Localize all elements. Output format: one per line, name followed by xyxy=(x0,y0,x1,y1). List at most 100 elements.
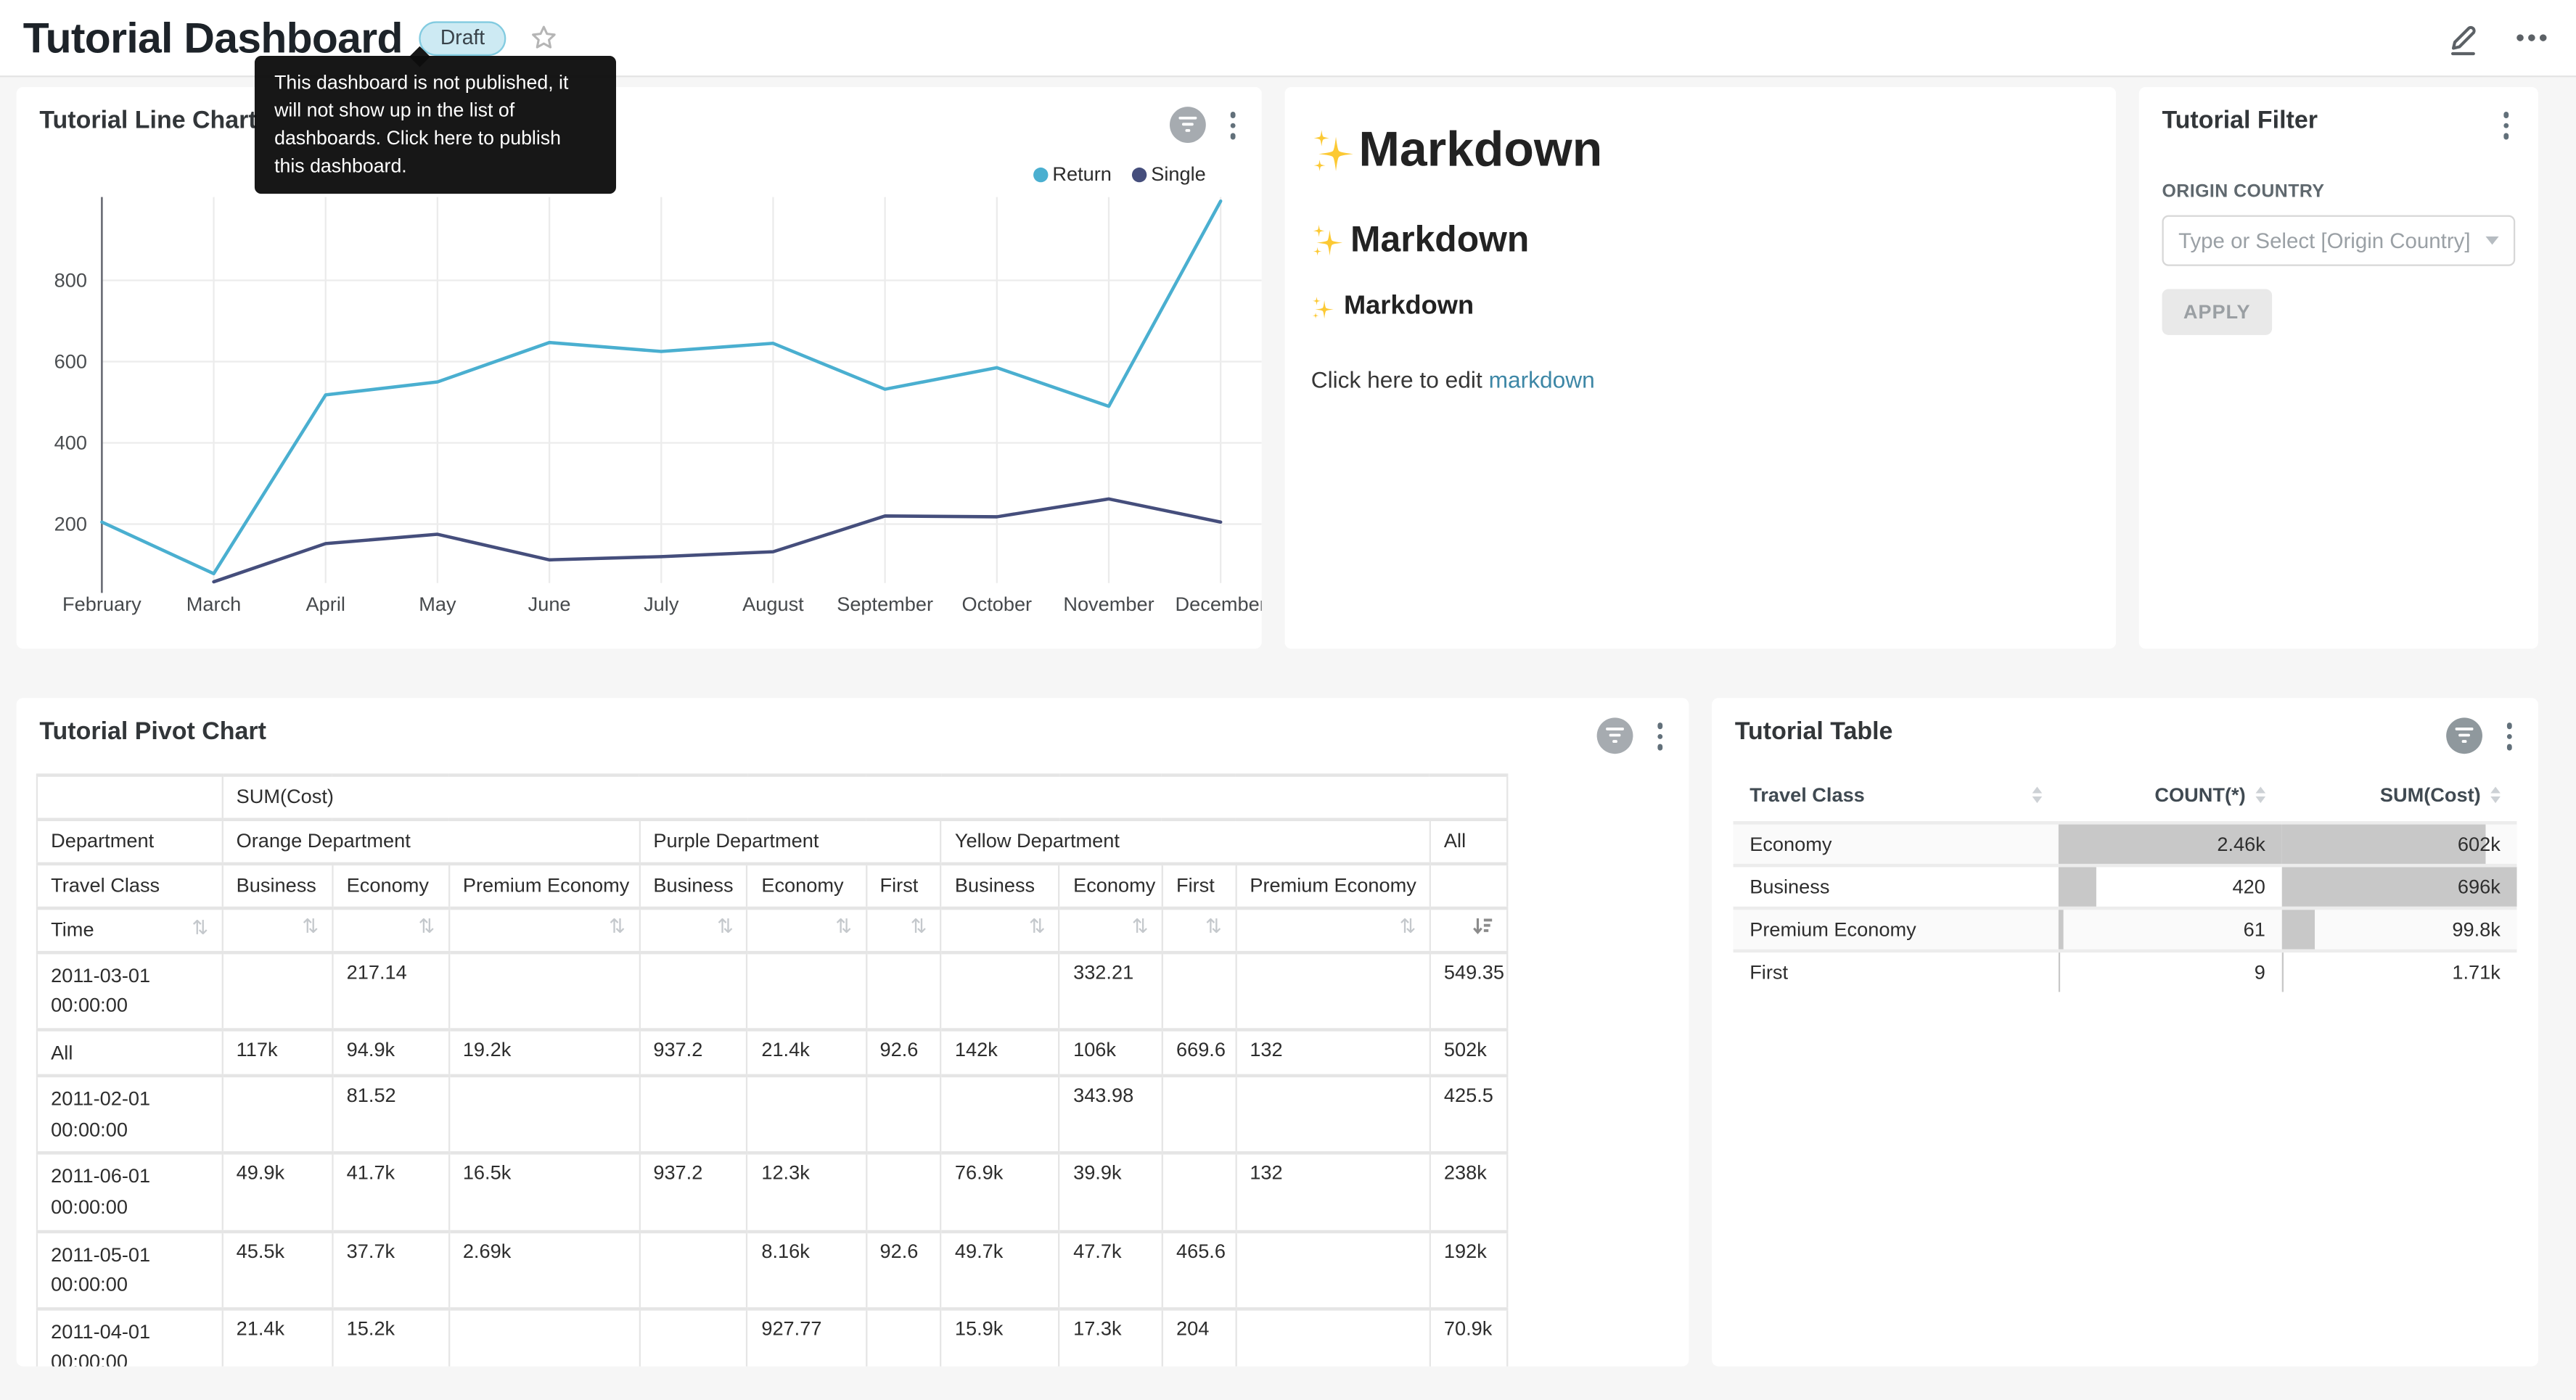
pivot-cell: 425.5 xyxy=(1430,1076,1508,1154)
pivot-table: SUM(Cost)DepartmentOrange DepartmentPurp… xyxy=(36,773,1509,1366)
origin-country-select[interactable]: Type or Select [Origin Country] xyxy=(2162,214,2515,265)
sort-icon[interactable] xyxy=(2490,786,2501,802)
sort-icon[interactable]: ⇅ xyxy=(419,915,435,935)
sparkles-icon xyxy=(1311,295,1336,319)
legend-label: Return xyxy=(1052,162,1112,186)
sort-icon[interactable] xyxy=(2255,786,2265,802)
y-axis-label: 400 xyxy=(54,432,87,454)
markdown-paragraph-text: Click here to edit xyxy=(1311,366,1489,392)
sort-desc-icon[interactable] xyxy=(1472,915,1493,936)
pivot-class-header: Premium Economy xyxy=(1236,863,1430,907)
favorite-star-icon[interactable] xyxy=(529,23,559,53)
pivot-sort-cell: ⇅ xyxy=(1059,907,1162,952)
x-axis-label: February xyxy=(62,593,141,615)
chart-menu-button[interactable] xyxy=(1650,717,1669,754)
pivot-row: All117k94.9k19.2k937.221.4k92.6142k106k6… xyxy=(37,1029,1507,1076)
chart-menu-button[interactable] xyxy=(2500,717,2519,754)
edit-dashboard-button[interactable] xyxy=(2446,19,2481,57)
sort-icon[interactable]: ⇅ xyxy=(1132,915,1149,935)
markdown-heading-3: Markdown xyxy=(1311,292,2090,322)
pivot-cell: 937.2 xyxy=(639,1153,747,1231)
dashboard-menu-button[interactable] xyxy=(2514,20,2550,56)
filter-menu-button[interactable] xyxy=(2496,107,2515,144)
tooltip-text: This dashboard is not published, it will… xyxy=(274,70,568,178)
sparkles-icon xyxy=(1311,128,1357,174)
pivot-cell: 17.3k xyxy=(1059,1309,1162,1367)
pivot-cell xyxy=(639,952,747,1029)
cross-filter-icon[interactable] xyxy=(2445,718,2482,754)
pivot-cell: 217.14 xyxy=(332,952,448,1029)
column-header-count[interactable]: COUNT(*) xyxy=(2059,770,2282,822)
chart-menu-button[interactable] xyxy=(1223,107,1242,144)
pivot-cell xyxy=(747,952,866,1029)
table-header-row: Travel ClassCOUNT(*)SUM(Cost) xyxy=(1734,770,2517,822)
pivot-class-header: First xyxy=(866,863,940,907)
pivot-cell xyxy=(866,1076,940,1154)
pivot-cell: 132 xyxy=(1236,1153,1430,1231)
pivot-cell xyxy=(866,952,940,1029)
card-header: Tutorial Line Chart xyxy=(17,87,1262,144)
pivot-cell: 49.7k xyxy=(941,1231,1059,1309)
column-header-sum-cost[interactable]: SUM(Cost) xyxy=(2281,770,2516,822)
pivot-cell xyxy=(222,952,332,1029)
tutorial-line-chart-card: Tutorial Line Chart Return Single Februar… xyxy=(17,87,1262,648)
draft-status-badge[interactable]: Draft xyxy=(419,20,506,55)
apply-button[interactable]: APPLY xyxy=(2162,288,2271,334)
pivot-cell xyxy=(1236,1309,1430,1367)
x-axis-label: April xyxy=(306,593,345,615)
x-axis-label: May xyxy=(419,593,456,615)
sort-icon[interactable]: ⇅ xyxy=(1205,915,1222,935)
cell-travel-class: Economy xyxy=(1734,822,2059,865)
table-row: Economy2.46k602k xyxy=(1734,822,2517,865)
pivot-group-header: Yellow Department xyxy=(941,819,1430,863)
sort-icon[interactable]: ⇅ xyxy=(835,915,852,935)
pivot-cell: 21.4k xyxy=(747,1029,866,1076)
header-actions xyxy=(2446,19,2553,57)
column-header-travel-class[interactable]: Travel Class xyxy=(1734,770,2059,822)
pivot-class-header: First xyxy=(1162,863,1236,907)
cross-filter-icon[interactable] xyxy=(1169,107,1205,144)
card-header: Tutorial Table xyxy=(1712,698,2538,754)
legend-item-single[interactable]: Single xyxy=(1131,162,1206,186)
pivot-sort-cell: ⇅ xyxy=(747,907,866,952)
x-axis-label: September xyxy=(837,593,933,615)
sort-icon[interactable] xyxy=(2032,786,2042,802)
pivot-cell: 92.6 xyxy=(866,1231,940,1309)
pivot-cell: 238k xyxy=(1430,1153,1508,1231)
pivot-cell: 502k xyxy=(1430,1029,1508,1076)
cell-sum-cost: 696k xyxy=(2281,865,2516,907)
pivot-table-container: SUM(Cost)DepartmentOrange DepartmentPurp… xyxy=(36,773,1669,1366)
pivot-cell xyxy=(1162,952,1236,1029)
markdown-h1-text: Markdown xyxy=(1358,123,1602,179)
pivot-row: 2011-05-0100:00:0045.5k37.7k2.69k8.16k92… xyxy=(37,1231,1507,1309)
pivot-sort-cell: ⇅ xyxy=(941,907,1059,952)
cell-bar xyxy=(2281,909,2315,948)
pivot-cell xyxy=(449,1309,640,1367)
select-placeholder: Type or Select [Origin Country] xyxy=(2178,228,2476,252)
pivot-sort-cell: ⇅ xyxy=(449,907,640,952)
pivot-cell: 49.9k xyxy=(222,1153,332,1231)
sort-icon[interactable]: ⇅ xyxy=(1400,915,1416,935)
pivot-group-header: All xyxy=(1430,819,1508,863)
cell-travel-class: Business xyxy=(1734,865,2059,907)
sort-icon[interactable]: ⇅ xyxy=(717,915,734,935)
pivot-corner-cell xyxy=(37,774,222,818)
table-container: Travel ClassCOUNT(*)SUM(Cost)Economy2.46… xyxy=(1734,770,2517,992)
sort-icon[interactable]: ⇅ xyxy=(911,915,927,935)
pivot-row-label: 2011-05-0100:00:00 xyxy=(37,1231,222,1309)
sort-icon[interactable]: ⇅ xyxy=(302,915,319,935)
pivot-cell xyxy=(222,1076,332,1154)
card-header: Tutorial Filter xyxy=(2162,107,2515,144)
sort-icon[interactable]: ⇅ xyxy=(1029,915,1046,935)
table-chart-title: Tutorial Table xyxy=(1735,717,2445,745)
markdown-heading-2: Markdown xyxy=(1311,218,2090,261)
legend-item-return[interactable]: Return xyxy=(1033,162,1112,186)
pivot-cell xyxy=(866,1309,940,1367)
tutorial-table-card: Tutorial Table Travel ClassCOUNT(*)SUM(C… xyxy=(1712,698,2538,1366)
x-axis-label: March xyxy=(186,593,241,615)
sort-icon[interactable]: ⇅ xyxy=(609,915,625,935)
markdown-edit-link[interactable]: markdown xyxy=(1489,366,1595,392)
cross-filter-icon[interactable] xyxy=(1596,718,1633,754)
sort-icon[interactable]: ⇅ xyxy=(192,918,208,938)
x-axis-label: October xyxy=(962,593,1033,615)
